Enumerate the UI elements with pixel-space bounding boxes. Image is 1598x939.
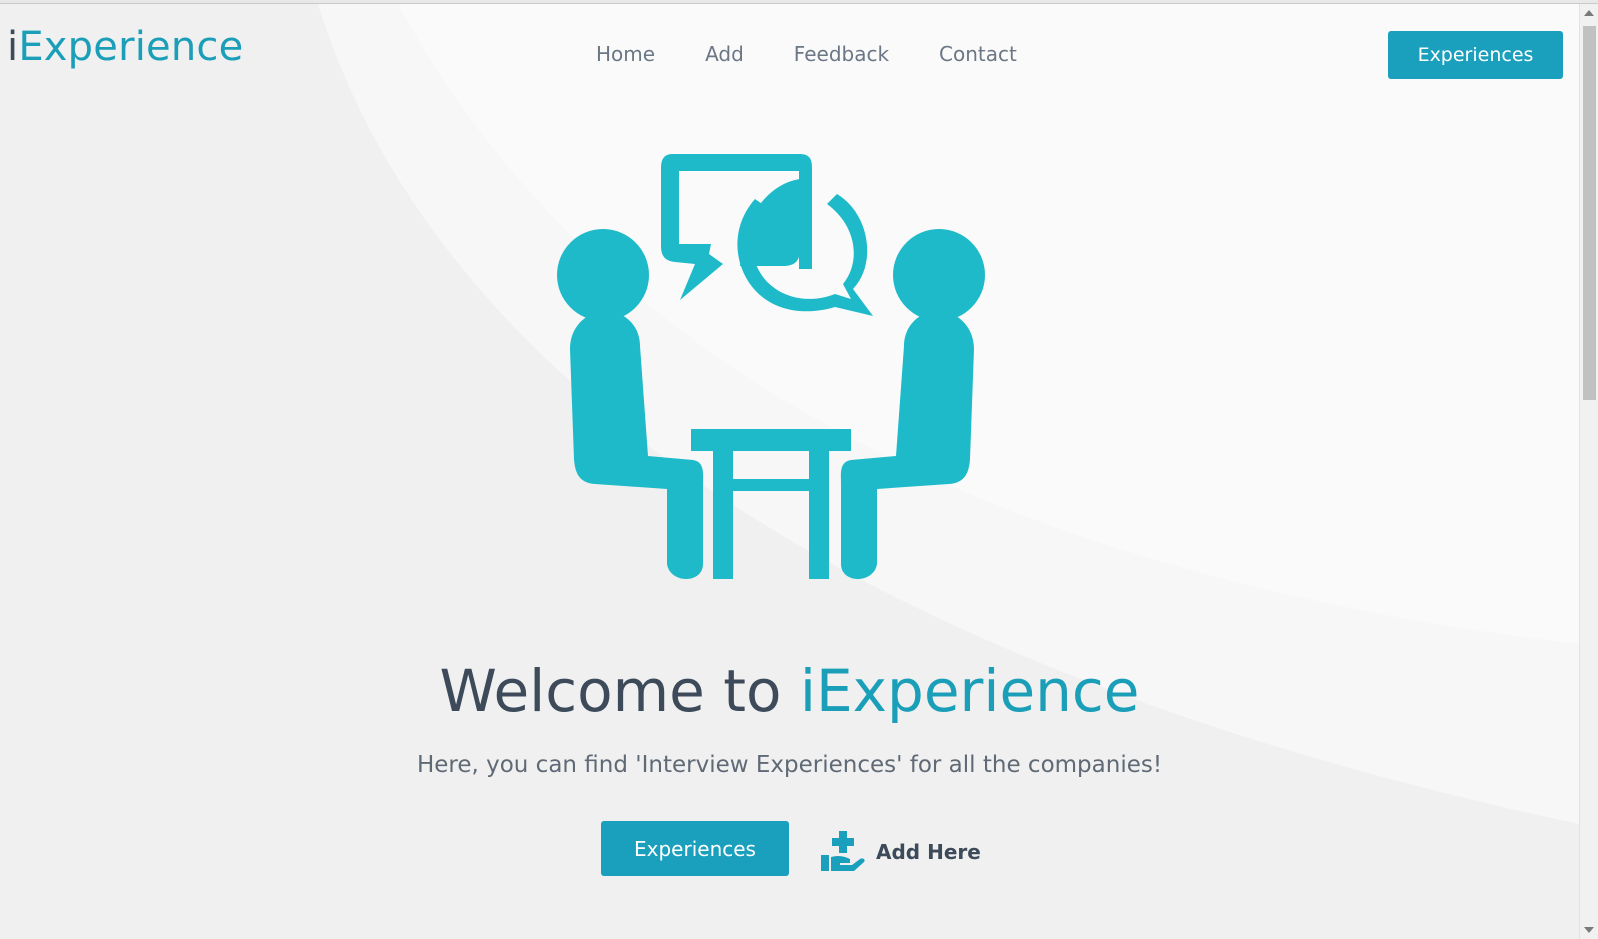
header-experiences-button[interactable]: Experiences	[1388, 31, 1563, 79]
page: iExperience Home Add Feedback Contact Ex…	[0, 4, 1579, 939]
hero-title: Welcome to iExperience	[0, 657, 1579, 725]
nav-add[interactable]: Add	[705, 42, 744, 66]
logo-prefix: i	[7, 24, 19, 70]
logo-name: Experience	[18, 24, 244, 70]
hero-title-brand: iExperience	[799, 657, 1140, 725]
add-here-label: Add Here	[876, 840, 981, 864]
nav-feedback[interactable]: Feedback	[794, 42, 889, 66]
nav-contact[interactable]: Contact	[939, 42, 1017, 66]
scroll-down-arrow-icon[interactable]	[1584, 927, 1594, 933]
hero-subtitle: Here, you can find 'Interview Experience…	[416, 752, 1163, 778]
vertical-scrollbar[interactable]	[1579, 4, 1598, 939]
hero-experiences-button[interactable]: Experiences	[601, 821, 789, 876]
site-logo[interactable]: iExperience	[7, 24, 243, 70]
nav-home[interactable]: Home	[596, 42, 655, 66]
hero-title-prefix: Welcome to	[439, 657, 800, 725]
scroll-thumb[interactable]	[1583, 26, 1596, 400]
hand-plus-icon	[821, 831, 865, 871]
main-nav: Home Add Feedback Contact	[596, 42, 1017, 66]
scroll-up-arrow-icon[interactable]	[1584, 10, 1594, 16]
interview-meeting-icon	[557, 154, 985, 579]
add-here-link[interactable]: Add Here	[820, 831, 981, 873]
